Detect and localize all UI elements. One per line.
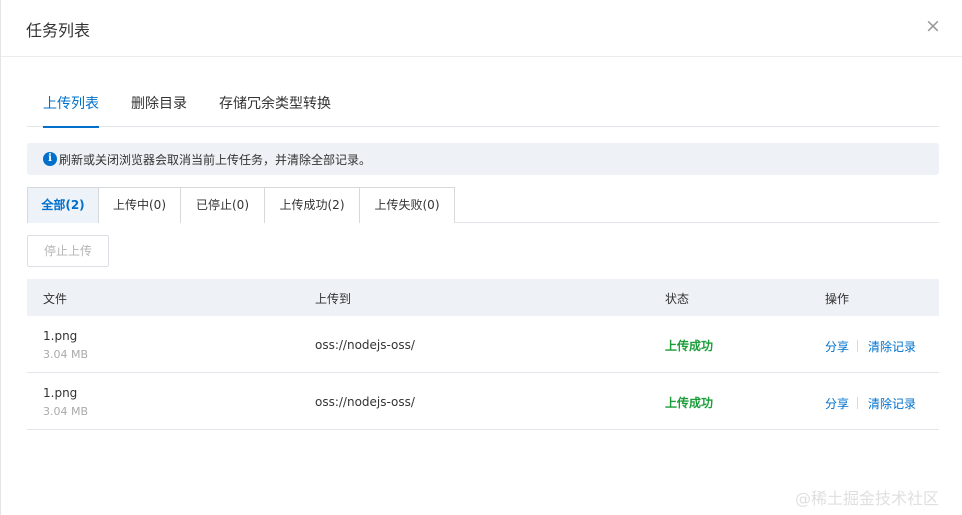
filter-tab-all[interactable]: 全部(2)	[27, 187, 99, 223]
filter-tab-failed[interactable]: 上传失败(0)	[359, 187, 455, 223]
filter-tab-uploading[interactable]: 上传中(0)	[98, 187, 181, 223]
table-row: 1.png 3.04 MB oss://nodejs-oss/ 上传成功 分享 …	[27, 373, 939, 430]
status-badge: 上传成功	[665, 339, 714, 353]
column-header-actions: 操作	[825, 292, 850, 306]
action-divider	[857, 397, 858, 409]
share-link[interactable]: 分享	[825, 395, 849, 412]
task-list-dialog: 任务列表 × 上传列表 删除目录 存储冗余类型转换 i 刷新或关闭浏览器会取消当…	[0, 0, 962, 515]
status-badge: 上传成功	[665, 396, 714, 410]
close-icon[interactable]: ×	[923, 16, 943, 36]
column-header-file: 文件	[43, 292, 68, 306]
action-divider	[857, 340, 858, 352]
stop-upload-button[interactable]: 停止上传	[27, 235, 109, 267]
file-name: 1.png	[43, 329, 78, 343]
tab-storage-redundancy-conversion[interactable]: 存储冗余类型转换	[219, 82, 331, 127]
notice-text: 刷新或关闭浏览器会取消当前上传任务，并清除全部记录。	[59, 153, 372, 167]
status-filter-tabs: 全部(2) 上传中(0) 已停止(0) 上传成功(2) 上传失败(0)	[27, 187, 939, 223]
info-icon: i	[43, 152, 57, 166]
tab-upload-list[interactable]: 上传列表	[43, 82, 99, 128]
share-link[interactable]: 分享	[825, 338, 849, 355]
dialog-title: 任务列表	[26, 21, 91, 40]
watermark: @稀土掘金技术社区	[795, 489, 940, 508]
clear-record-link[interactable]: 清除记录	[868, 338, 916, 355]
upload-destination: oss://nodejs-oss/	[315, 338, 415, 352]
clear-record-link[interactable]: 清除记录	[868, 395, 916, 412]
filter-tab-success[interactable]: 上传成功(2)	[264, 187, 360, 223]
table-header: 文件 上传到 状态 操作	[27, 279, 939, 316]
main-tabs: 上传列表 删除目录 存储冗余类型转换	[27, 82, 939, 128]
filter-tab-stopped[interactable]: 已停止(0)	[180, 187, 265, 223]
file-size: 3.04 MB	[43, 348, 89, 361]
tab-delete-directory[interactable]: 删除目录	[131, 82, 187, 127]
table-row: 1.png 3.04 MB oss://nodejs-oss/ 上传成功 分享 …	[27, 316, 939, 373]
file-size: 3.04 MB	[43, 405, 89, 418]
notice-banner: i 刷新或关闭浏览器会取消当前上传任务，并清除全部记录。	[27, 143, 939, 175]
dialog-header: 任务列表 ×	[1, 0, 962, 57]
file-name: 1.png	[43, 386, 78, 400]
upload-table: 文件 上传到 状态 操作 1.png 3.04 MB oss://nodejs-…	[27, 279, 939, 430]
upload-destination: oss://nodejs-oss/	[315, 395, 415, 409]
column-header-destination: 上传到	[315, 292, 352, 306]
column-header-status: 状态	[665, 292, 690, 306]
